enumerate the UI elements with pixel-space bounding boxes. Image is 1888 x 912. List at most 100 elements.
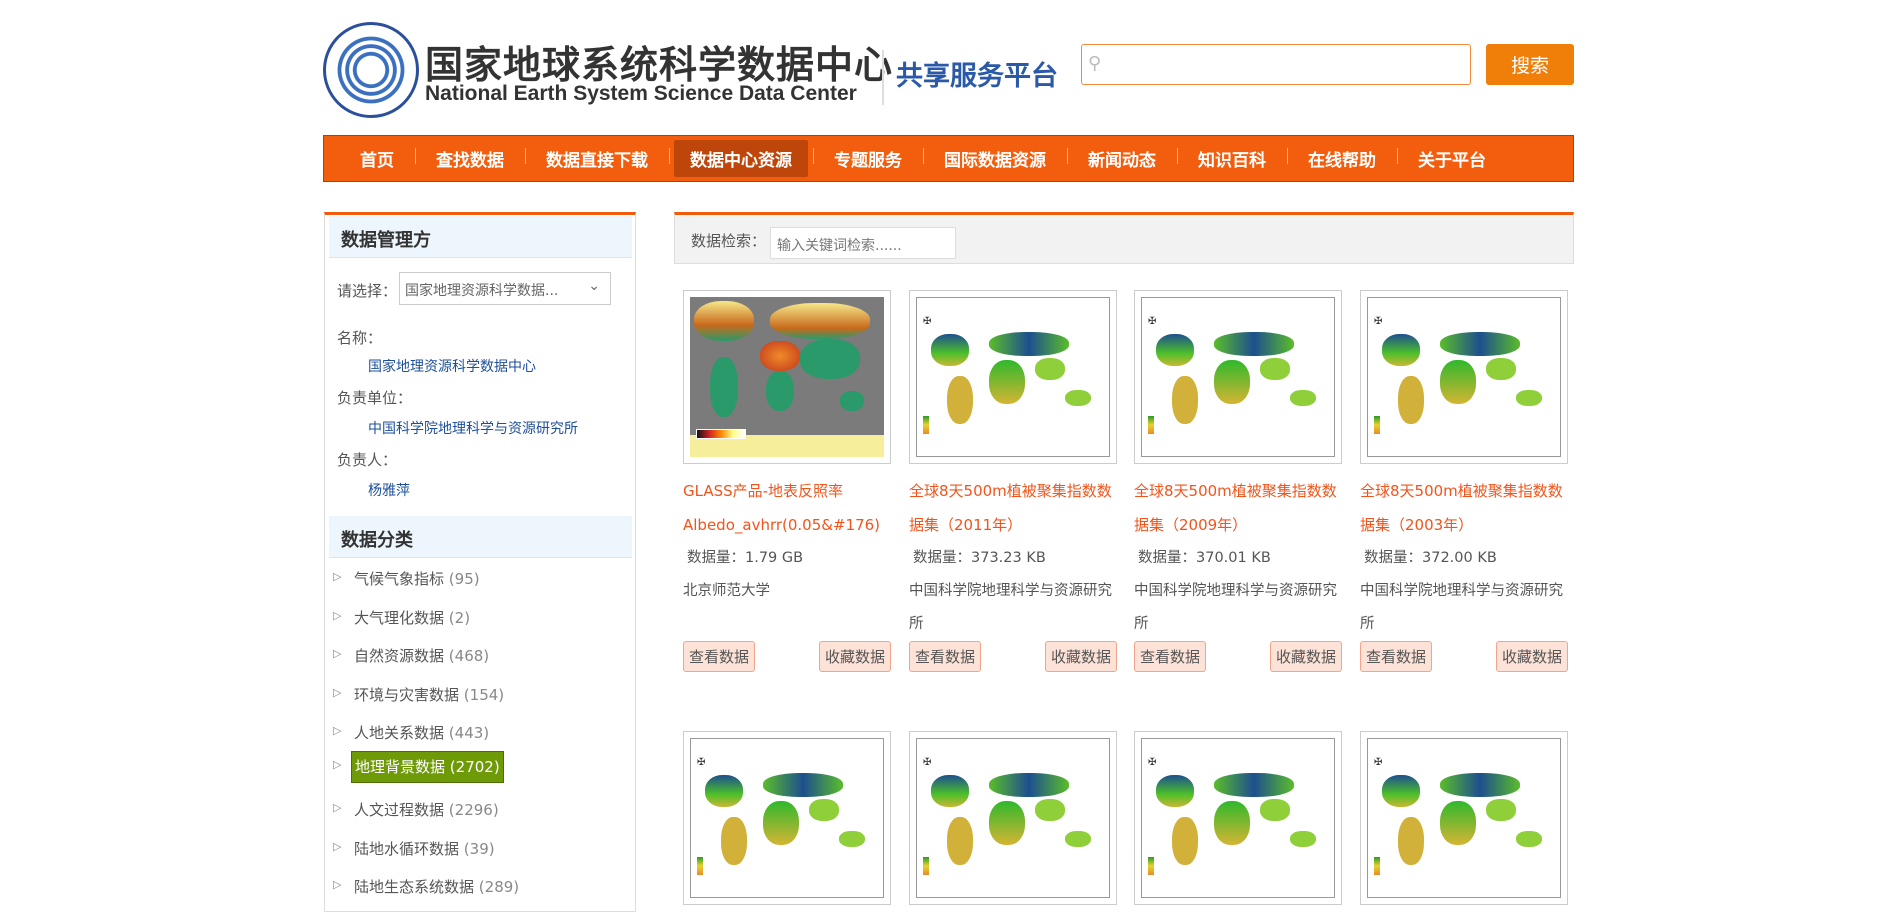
nav-item[interactable]: 在线帮助: [1292, 140, 1398, 177]
view-data-button[interactable]: 查看数据: [1134, 641, 1207, 672]
search-button[interactable]: 搜索: [1486, 44, 1574, 85]
unit-value[interactable]: 中国科学院地理科学与资源研究所: [368, 418, 578, 438]
nav-item[interactable]: 知识百科: [1182, 140, 1288, 177]
category-name: 人文过程数据: [354, 801, 445, 819]
dataset-card: ✠ 全球8天500m植被聚集指数数据集（2003年） 数据量：372.00 KB 中国…: [1360, 290, 1568, 672]
dataset-thumbnail[interactable]: ✠: [909, 290, 1117, 464]
dataset-title[interactable]: 全球8天500m植被聚集指数数据集（2003年）: [1360, 474, 1568, 542]
platform-title: 共享服务平台: [896, 61, 1058, 92]
dataset-thumbnail[interactable]: ✠: [909, 731, 1117, 905]
dataset-thumbnail[interactable]: ✠: [1360, 731, 1568, 905]
dataset-size: 数据量：1.79 GB: [687, 550, 804, 566]
category-name: 自然资源数据: [354, 647, 445, 665]
expand-triangle-icon[interactable]: ▷: [333, 724, 351, 737]
manager-select[interactable]: 国家地理资源科学数据... ⌄: [399, 272, 611, 305]
map-thumbnail: ✠: [916, 297, 1110, 457]
category-count: (468): [448, 647, 490, 665]
expand-triangle-icon[interactable]: ▷: [333, 878, 351, 891]
favorite-data-button[interactable]: 收藏数据: [1044, 641, 1117, 672]
dataset-thumbnail[interactable]: ✠: [1134, 290, 1342, 464]
view-data-button[interactable]: 查看数据: [909, 641, 982, 672]
expand-triangle-icon[interactable]: ▷: [333, 758, 351, 771]
dataset-thumbnail[interactable]: ✠: [1360, 290, 1568, 464]
category-item[interactable]: ▷ 人文过程数据 (2296): [333, 799, 502, 820]
category-item[interactable]: ▷ 大气理化数据 (2): [333, 607, 473, 628]
dataset-title[interactable]: 全球8天500m植被聚集指数数据集（2011年）: [909, 474, 1117, 542]
nav-item[interactable]: 新闻动态: [1072, 140, 1178, 177]
category-label: 人文过程数据 (2296): [351, 799, 502, 821]
dataset-card: ✠ 全球8天500m植被聚集指数数据集（2011年） 数据量：373.23 KB 中国…: [909, 290, 1117, 672]
expand-triangle-icon[interactable]: ▷: [333, 840, 351, 853]
category-item[interactable]: ▷ 人地关系数据 (443): [333, 722, 492, 743]
map-thumbnail: ✠: [1141, 738, 1335, 898]
category-heading: 数据分类: [329, 516, 632, 558]
category-item[interactable]: ▷ 气候气象指标 (95): [333, 568, 483, 589]
category-name: 环境与灾害数据: [354, 685, 460, 704]
nav-item[interactable]: 关于平台: [1402, 140, 1502, 177]
expand-triangle-icon[interactable]: ▷: [333, 647, 351, 660]
favorite-data-button[interactable]: 收藏数据: [1269, 641, 1342, 672]
category-item[interactable]: ▷ 陆地水循环数据 (39): [333, 838, 498, 859]
favorite-data-button[interactable]: 收藏数据: [1495, 641, 1568, 672]
dataset-card: ✠: [683, 731, 891, 905]
name-value[interactable]: 国家地理资源科学数据中心: [368, 356, 536, 376]
category-count: (39): [463, 839, 495, 858]
category-label: 陆地生态系统数据 (289): [351, 876, 522, 898]
map-thumbnail: ✠: [1141, 297, 1335, 457]
dataset-card: ✠: [909, 731, 1117, 905]
category-name: 气候气象指标: [354, 570, 445, 588]
dataset-title[interactable]: 全球8天500m植被聚集指数数据集（2009年）: [1134, 474, 1342, 542]
nav-item[interactable]: 国际数据资源: [928, 140, 1068, 177]
category-count: (2296): [448, 801, 499, 819]
person-value[interactable]: 杨雅萍: [368, 480, 410, 500]
view-data-button[interactable]: 查看数据: [1360, 641, 1433, 672]
category-label: 陆地水循环数据 (39): [351, 838, 498, 860]
search-icon: ⚲: [1088, 53, 1102, 74]
dataset-card: ✠: [1134, 731, 1342, 905]
dataset-org: 中国科学院地理科学与资源研究所: [909, 583, 1112, 632]
category-name: 陆地水循环数据: [354, 839, 460, 858]
chevron-down-icon: ⌄: [588, 278, 600, 294]
nav-item[interactable]: 数据中心资源: [674, 140, 814, 177]
expand-triangle-icon[interactable]: ▷: [333, 570, 351, 583]
category-name: 陆地生态系统数据: [354, 878, 475, 896]
category-item[interactable]: ▷ 地理背景数据 (2702): [333, 750, 504, 783]
nav-item[interactable]: 首页: [344, 140, 416, 177]
logo-title-en: National Earth System Science Data Cente…: [425, 82, 857, 105]
expand-triangle-icon[interactable]: ▷: [333, 801, 351, 814]
category-count: (289): [478, 878, 520, 896]
logo-title-cn[interactable]: 国家地球系统科学数据中心: [425, 34, 893, 89]
unit-label: 负责单位：: [337, 389, 413, 407]
dataset-org: 中国科学院地理科学与资源研究所: [1360, 583, 1563, 632]
dataset-thumbnail[interactable]: ✠: [1134, 731, 1342, 905]
nav-item[interactable]: 专题服务: [818, 140, 924, 177]
category-name: 大气理化数据: [354, 608, 445, 627]
dataset-thumbnail[interactable]: [683, 290, 891, 464]
person-label: 负责人：: [337, 451, 398, 469]
expand-triangle-icon[interactable]: ▷: [333, 686, 351, 699]
favorite-data-button[interactable]: 收藏数据: [818, 641, 891, 672]
map-thumbnail: ✠: [1367, 738, 1561, 898]
dataset-card: ✠ 全球8天500m植被聚集指数数据集（2009年） 数据量：370.01 KB 中国…: [1134, 290, 1342, 672]
category-label: 大气理化数据 (2): [351, 607, 473, 629]
expand-triangle-icon[interactable]: ▷: [333, 609, 351, 622]
manager-heading: 数据管理方: [329, 216, 632, 258]
category-item[interactable]: ▷ 环境与灾害数据 (154): [333, 684, 507, 705]
select-value: 国家地理资源科学数据...: [405, 283, 559, 299]
view-data-button[interactable]: 查看数据: [683, 641, 756, 672]
nav-item[interactable]: 数据直接下载: [530, 140, 670, 177]
category-count: (2702): [449, 757, 500, 776]
data-search-label: 数据检索：: [691, 232, 767, 250]
data-search-bar: 数据检索： 输入关键词检索......: [674, 212, 1574, 264]
category-count: (443): [448, 724, 490, 742]
select-label: 请选择：: [337, 282, 398, 300]
data-search-input[interactable]: 输入关键词检索......: [770, 227, 956, 259]
dataset-size: 数据量：370.01 KB: [1138, 550, 1271, 566]
map-thumbnail: ✠: [690, 738, 884, 898]
dataset-size: 数据量：373.23 KB: [913, 550, 1046, 566]
category-item[interactable]: ▷ 自然资源数据 (468): [333, 645, 492, 666]
dataset-thumbnail[interactable]: ✠: [683, 731, 891, 905]
search-input[interactable]: [1081, 44, 1471, 85]
dataset-title[interactable]: GLASS产品-地表反照率Albedo_avhrr(0.05&#176): [683, 474, 891, 542]
nav-item[interactable]: 查找数据: [420, 140, 526, 177]
